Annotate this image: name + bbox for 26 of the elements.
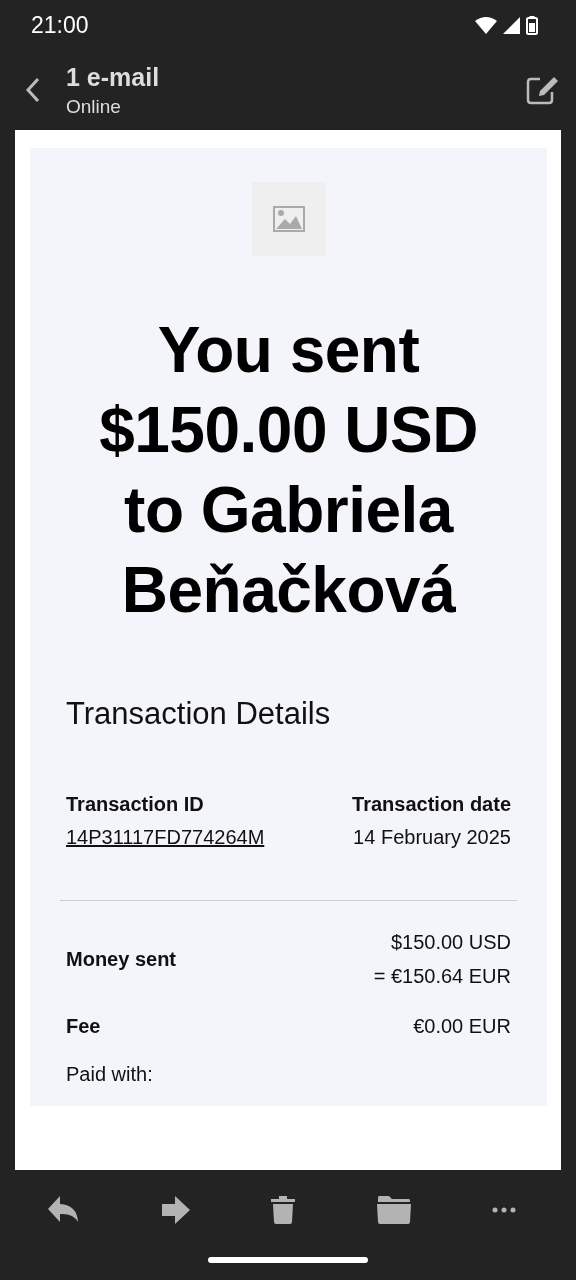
transaction-date-label: Transaction date xyxy=(352,792,511,817)
app-subtitle: Online xyxy=(66,95,122,118)
detail-value: €0.00 EUR xyxy=(413,1014,511,1039)
status-time: 21:00 xyxy=(31,11,89,39)
folder-icon[interactable] xyxy=(376,1196,411,1224)
transaction-id-label: Transaction ID xyxy=(66,792,205,817)
reply-icon[interactable] xyxy=(48,1196,80,1224)
detail-label: Money sent xyxy=(66,947,177,971)
section-title: Transaction Details xyxy=(66,696,332,732)
headline: You sent $150.00 USD to Gabriela Beňačková xyxy=(98,313,479,628)
more-icon[interactable] xyxy=(492,1207,516,1213)
compose-icon[interactable] xyxy=(526,75,560,105)
detail-value: $150.00 USD xyxy=(390,930,511,955)
paid-with-label: Paid with: xyxy=(66,1063,154,1086)
trash-icon[interactable] xyxy=(271,1196,295,1224)
detail-label: Fee xyxy=(66,1014,101,1038)
detail-value: = €150.64 EUR xyxy=(373,964,511,989)
back-icon[interactable] xyxy=(25,77,41,103)
transaction-id-link[interactable]: 14P31117FD774264M xyxy=(66,820,272,854)
forward-icon[interactable] xyxy=(161,1196,190,1224)
image-icon xyxy=(272,206,305,232)
battery-icon xyxy=(526,15,538,35)
transaction-date: 14 February 2025 xyxy=(353,825,511,850)
wifi-icon xyxy=(475,16,497,34)
app-title: 1 e-mail xyxy=(66,62,161,92)
signal-icon xyxy=(503,16,520,34)
